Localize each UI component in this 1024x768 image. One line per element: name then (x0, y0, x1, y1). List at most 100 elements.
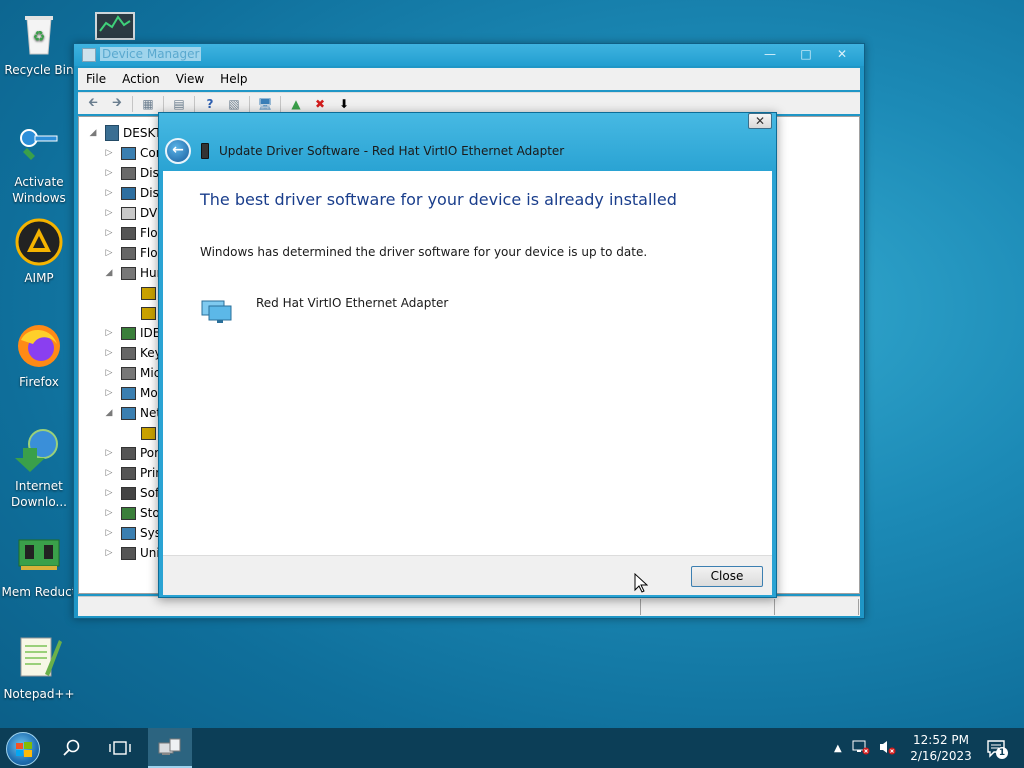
action-center-button[interactable]: 1 (986, 738, 1008, 760)
device-category-icon (121, 186, 136, 200)
aimp-icon (15, 218, 63, 266)
task-view-icon[interactable] (98, 728, 142, 768)
notepad-plus-plus-icon (15, 634, 63, 682)
desktop-icon-label: Notepad++ (3, 687, 75, 701)
desktop-icon-mem-reduct[interactable]: Mem Reduct (0, 532, 78, 600)
dialog-header[interactable]: ✕ ← Update Driver Software - Red Hat Vir… (159, 113, 776, 171)
expand-arrow-icon[interactable]: ▷ (103, 368, 115, 378)
menu-action[interactable]: Action (114, 72, 168, 86)
collapse-arrow-icon[interactable]: ◢ (87, 128, 99, 138)
desktop-icon-internet-download[interactable]: Internet Downlo... (0, 426, 78, 510)
expand-arrow-icon[interactable]: ▷ (103, 548, 115, 558)
device-name: Red Hat VirtIO Ethernet Adapter (256, 296, 449, 310)
back-arrow-icon[interactable]: 🡰 (84, 95, 102, 112)
dialog-close-x-button[interactable]: ✕ (748, 113, 772, 129)
maximize-button[interactable]: □ (792, 46, 820, 62)
expand-arrow-icon[interactable]: ▷ (103, 208, 115, 218)
taskbar-device-manager[interactable] (148, 728, 192, 768)
expand-arrow-icon[interactable]: ▷ (103, 388, 115, 398)
menu-file[interactable]: File (78, 72, 114, 86)
scan-hardware-icon[interactable]: 🖥 (256, 96, 274, 112)
device-category-icon (121, 326, 136, 340)
desktop-icon-aimp[interactable]: AIMP (0, 218, 78, 286)
menu-help[interactable]: Help (212, 72, 255, 86)
taskbar: ▲ 12:52 PM 2/16/2023 1 (0, 728, 1024, 768)
collapse-arrow-icon[interactable]: ◢ (103, 408, 115, 418)
device-category-icon (121, 546, 136, 560)
status-bar (78, 596, 860, 616)
device-category-icon (121, 526, 136, 540)
dialog-heading: The best driver software for your device… (200, 190, 677, 209)
expand-arrow-icon[interactable]: ▷ (103, 188, 115, 198)
expand-arrow-icon[interactable]: ▷ (103, 528, 115, 538)
desktop-icon-label: Activate Windows (12, 175, 66, 205)
toolbar-separator (280, 95, 281, 112)
device-manager-app-icon (82, 48, 96, 62)
close-button[interactable]: Close (691, 566, 763, 587)
notification-count-badge: 1 (996, 747, 1008, 759)
close-window-button[interactable]: ✕ (828, 46, 856, 62)
memory-chip-icon (15, 532, 63, 580)
device-category-icon (121, 226, 136, 240)
desktop-icon-notepad-plus-plus[interactable]: Notepad++ (0, 634, 78, 702)
device-category-icon (121, 406, 136, 420)
desktop-icon-activate-windows[interactable]: Activate Windows (0, 122, 78, 206)
expand-arrow-icon[interactable]: ▷ (103, 448, 115, 458)
device-manager-title: Device Manager (100, 47, 202, 61)
clock[interactable]: 12:52 PM 2/16/2023 (906, 732, 976, 764)
expand-arrow-icon[interactable]: ▷ (103, 348, 115, 358)
help-icon[interactable]: ? (201, 96, 219, 112)
mouse-cursor-icon (634, 572, 649, 593)
expand-arrow-icon[interactable]: ▷ (103, 328, 115, 338)
details-icon[interactable]: ▧ (225, 96, 243, 112)
device-manager-titlebar[interactable]: Device Manager — □ ✕ (74, 44, 864, 66)
tree-item[interactable] (123, 303, 160, 323)
tree-item[interactable] (123, 423, 160, 443)
forward-arrow-icon[interactable]: 🡲 (108, 95, 126, 112)
update-driver-icon[interactable]: ▲ (287, 96, 305, 112)
desktop-icon-recycle-bin[interactable]: ♻ Recycle Bin (0, 10, 78, 78)
warning-device-icon (141, 426, 156, 440)
expand-arrow-icon[interactable]: ▷ (103, 468, 115, 478)
expand-arrow-icon[interactable]: ▷ (103, 148, 115, 158)
device-category-icon (121, 266, 136, 280)
start-button[interactable] (6, 732, 40, 766)
globe-download-icon (15, 426, 63, 474)
expand-arrow-icon[interactable]: ▷ (103, 228, 115, 238)
desktop-icon-firefox[interactable]: Firefox (0, 322, 78, 390)
collapse-arrow-icon[interactable]: ◢ (103, 268, 115, 278)
status-divider (858, 599, 859, 615)
tree-item[interactable] (123, 283, 160, 303)
device-category-icon (121, 386, 136, 400)
desktop-icon-label: Mem Reduct (1, 585, 77, 599)
menu-bar: File Action View Help (78, 68, 860, 90)
device-category-icon (121, 166, 136, 180)
computer-icon (105, 125, 119, 141)
search-icon[interactable] (50, 728, 94, 768)
clock-date: 2/16/2023 (910, 749, 972, 763)
back-button[interactable]: ← (165, 138, 191, 164)
show-hidden-icons-chevron-icon[interactable]: ▲ (834, 743, 842, 754)
network-disconnected-icon[interactable] (852, 739, 870, 758)
update-driver-dialog[interactable]: ✕ ← Update Driver Software - Red Hat Vir… (158, 112, 777, 598)
device-category-icon (121, 366, 136, 380)
volume-muted-icon[interactable] (878, 739, 896, 758)
dialog-message: Windows has determined the driver softwa… (200, 245, 648, 259)
uninstall-x-icon[interactable]: ✖ (311, 96, 329, 112)
expand-arrow-icon[interactable]: ▷ (103, 168, 115, 178)
expand-arrow-icon[interactable]: ▷ (103, 488, 115, 498)
minimize-button[interactable]: — (756, 46, 784, 62)
device-category-icon (121, 486, 136, 500)
show-hide-tree-icon[interactable]: ▦ (139, 96, 157, 112)
clock-time: 12:52 PM (913, 733, 969, 747)
properties-icon[interactable]: ▤ (170, 96, 188, 112)
device-category-icon (121, 346, 136, 360)
dialog-body: The best driver software for your device… (163, 171, 772, 555)
menu-view[interactable]: View (168, 72, 212, 86)
desktop-icon-label: Recycle Bin (4, 63, 74, 77)
expand-arrow-icon[interactable]: ▷ (103, 508, 115, 518)
network-adapter-icon (201, 297, 233, 325)
device-category-icon (121, 146, 136, 160)
download-arrow-icon[interactable]: ⬇ (335, 96, 353, 112)
expand-arrow-icon[interactable]: ▷ (103, 248, 115, 258)
